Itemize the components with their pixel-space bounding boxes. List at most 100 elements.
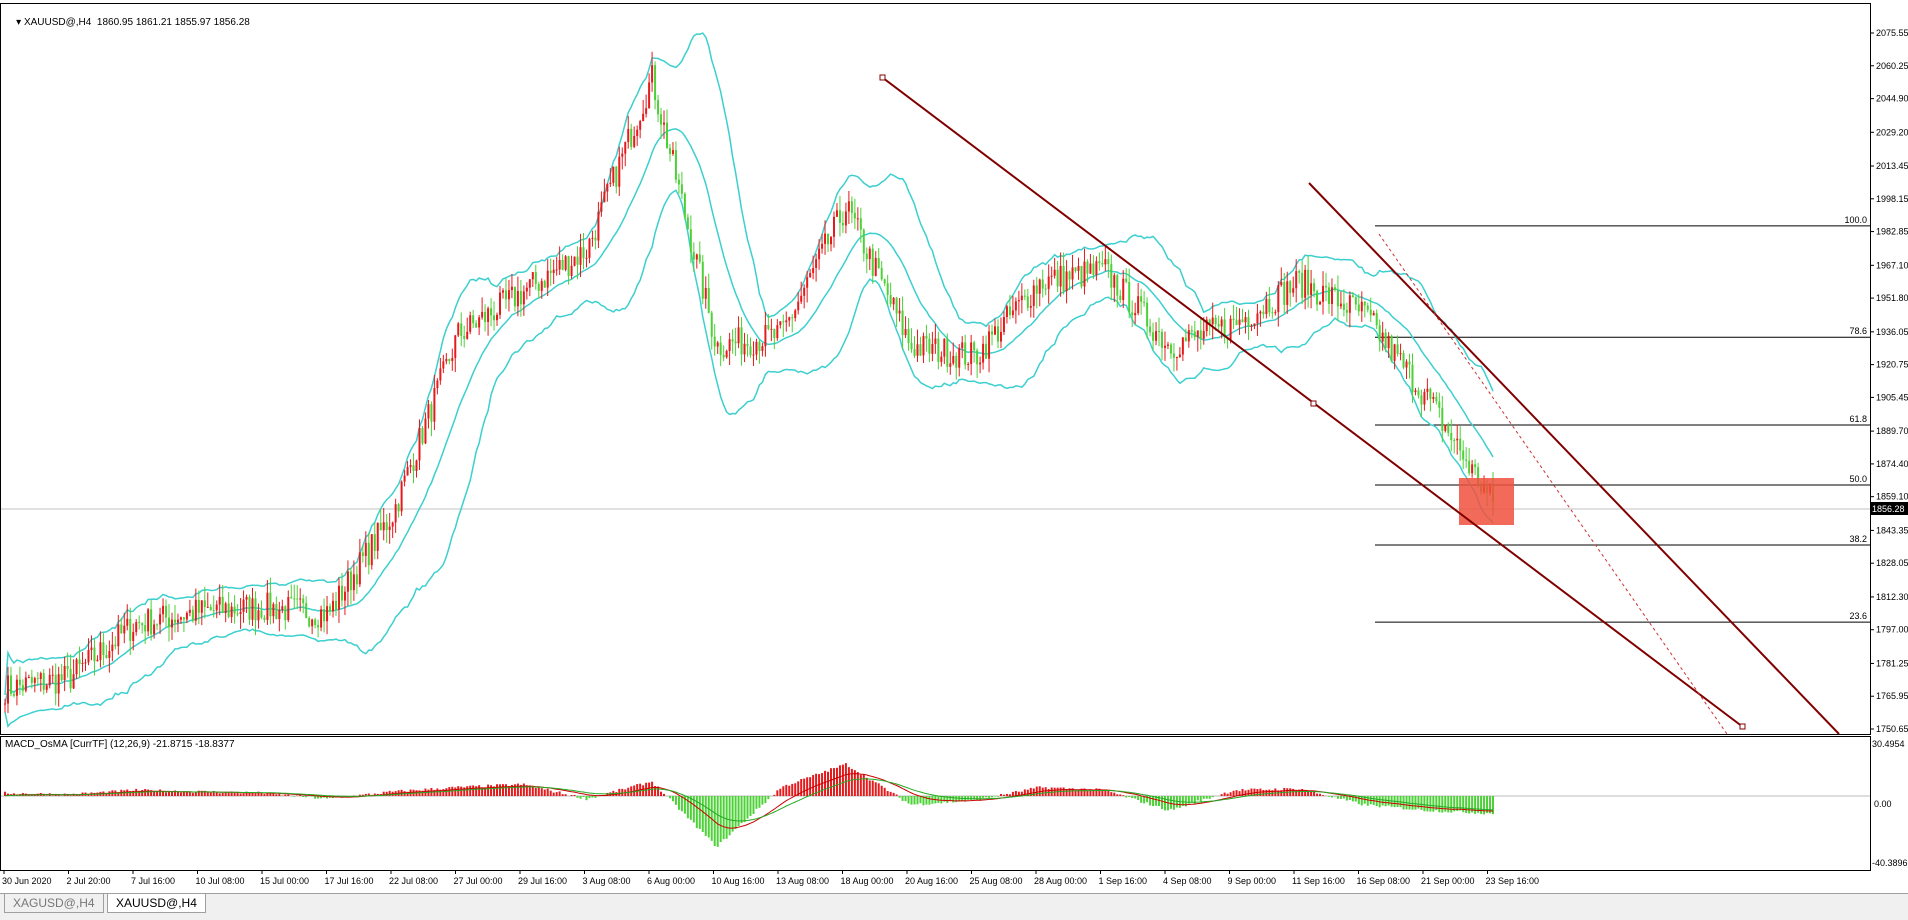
- candle-body: [1292, 288, 1295, 293]
- trendlines[interactable]: [879, 74, 1840, 735]
- price-label: 2029.20: [1876, 127, 1908, 137]
- candle-body: [188, 609, 191, 613]
- candle-body: [111, 644, 114, 652]
- candle-body: [352, 574, 355, 591]
- candle-body: [173, 619, 176, 623]
- candle-body: [645, 108, 648, 114]
- candle-body: [934, 338, 937, 344]
- candle-body: [776, 325, 779, 339]
- price-axis[interactable]: 2075.55 2060.25 2044.90 2029.20 2013.45 1998.…: [1870, 0, 1908, 890]
- candle-body: [764, 325, 767, 347]
- candle-body: [260, 610, 263, 618]
- price-chart-svg[interactable]: 100.0 78.6 61.8 50.0 38.2 23.6 0.0: [1, 4, 1870, 745]
- candle-body: [1354, 297, 1357, 305]
- candle-body: [308, 618, 311, 627]
- candle-body: [746, 343, 749, 347]
- trendline-handle[interactable]: [879, 74, 886, 81]
- candle-body: [561, 259, 564, 270]
- candle-body: [361, 552, 364, 556]
- candle-body: [680, 184, 683, 194]
- tab-xagusd[interactable]: XAGUSD@,H4: [4, 894, 104, 913]
- candle-body: [1005, 306, 1008, 318]
- candle-body: [242, 599, 245, 612]
- trendline-handle[interactable]: [1310, 400, 1317, 407]
- candle-body: [215, 604, 218, 611]
- candle-body: [1199, 330, 1202, 339]
- price-label: 1967.10: [1876, 260, 1908, 270]
- candle-body: [713, 336, 716, 347]
- candle-body: [758, 341, 761, 351]
- candle-body: [442, 361, 445, 369]
- candle-body: [403, 475, 406, 482]
- candle-body: [245, 596, 248, 600]
- time-label: 13 Aug 08:00: [776, 876, 829, 886]
- candle-body: [1032, 285, 1035, 306]
- candle-body: [385, 522, 388, 530]
- price-label: 1889.70: [1876, 426, 1908, 436]
- candle-body: [370, 534, 373, 566]
- candle-body: [1372, 312, 1375, 316]
- candle-body: [12, 693, 15, 696]
- candle-body: [63, 666, 66, 681]
- macd-axis-bottom: -40.3896: [1872, 858, 1908, 868]
- candle-body: [955, 355, 958, 368]
- candle-body: [1080, 266, 1083, 287]
- time-label: 6 Aug 00:00: [647, 876, 695, 886]
- candle-body: [1399, 353, 1402, 355]
- candle-body: [314, 619, 317, 625]
- candle-body: [382, 522, 385, 531]
- candle-body: [1053, 269, 1056, 276]
- candle-body: [272, 604, 275, 617]
- dropdown-icon[interactable]: ▾: [16, 17, 21, 28]
- candle-body: [657, 100, 660, 115]
- candle-body: [830, 236, 833, 245]
- candle-body: [1289, 281, 1292, 293]
- candle-body: [1444, 425, 1447, 431]
- time-label: 10 Jul 08:00: [196, 876, 245, 886]
- candle-body: [400, 481, 403, 512]
- candle-body: [946, 338, 949, 367]
- time-label: 27 Jul 00:00: [454, 876, 503, 886]
- candle-body: [1047, 276, 1050, 289]
- macd-subwindow[interactable]: MACD_OsMA [CurrTF] (12,26,9) -21.8715 -1…: [0, 736, 1871, 871]
- candle-body: [815, 259, 818, 268]
- candle-body: [660, 114, 663, 125]
- candle-body: [45, 685, 48, 690]
- fibonacci-retracement[interactable]: 100.0 78.6 61.8 50.0 38.2 23.6 0.0: [1375, 215, 1870, 745]
- price-label: 2075.55: [1876, 28, 1908, 38]
- candle-body: [1140, 296, 1143, 302]
- candle-body: [1283, 282, 1286, 305]
- candle-body: [1178, 354, 1181, 358]
- candle-body: [296, 598, 299, 600]
- candle-body: [168, 617, 171, 628]
- candle-body: [141, 623, 144, 626]
- candle-body: [463, 335, 466, 339]
- candle-body: [1351, 295, 1354, 298]
- candle-body: [686, 217, 689, 230]
- candle-body: [1396, 344, 1399, 354]
- candle-body: [1011, 310, 1014, 316]
- candle-body: [1378, 325, 1381, 342]
- tab-xauusd[interactable]: XAUUSD@,H4: [107, 894, 206, 913]
- candlesticks: [4, 51, 1494, 714]
- candle-body: [1384, 332, 1387, 349]
- candle-body: [525, 287, 528, 292]
- price-label: 1797.00: [1876, 625, 1908, 635]
- candle-body: [755, 341, 758, 355]
- candle-body: [221, 596, 224, 613]
- trendline-handle[interactable]: [1739, 723, 1746, 730]
- price-label: 2060.25: [1876, 61, 1908, 71]
- candle-body: [1432, 396, 1435, 399]
- candle-body: [150, 609, 153, 635]
- candle-body: [1348, 295, 1351, 313]
- candle-body: [516, 290, 519, 307]
- candle-body: [469, 315, 472, 332]
- candle-body: [853, 212, 856, 219]
- main-chart-pane[interactable]: 100.0 78.6 61.8 50.0 38.2 23.6 0.0 ▾ XAUUSD@,H…: [0, 3, 1871, 745]
- candle-body: [445, 358, 448, 362]
- candle-body: [832, 216, 835, 237]
- candle-body: [1456, 438, 1459, 441]
- candle-body: [603, 191, 606, 203]
- candle-body: [499, 292, 502, 315]
- candle-body: [701, 261, 704, 299]
